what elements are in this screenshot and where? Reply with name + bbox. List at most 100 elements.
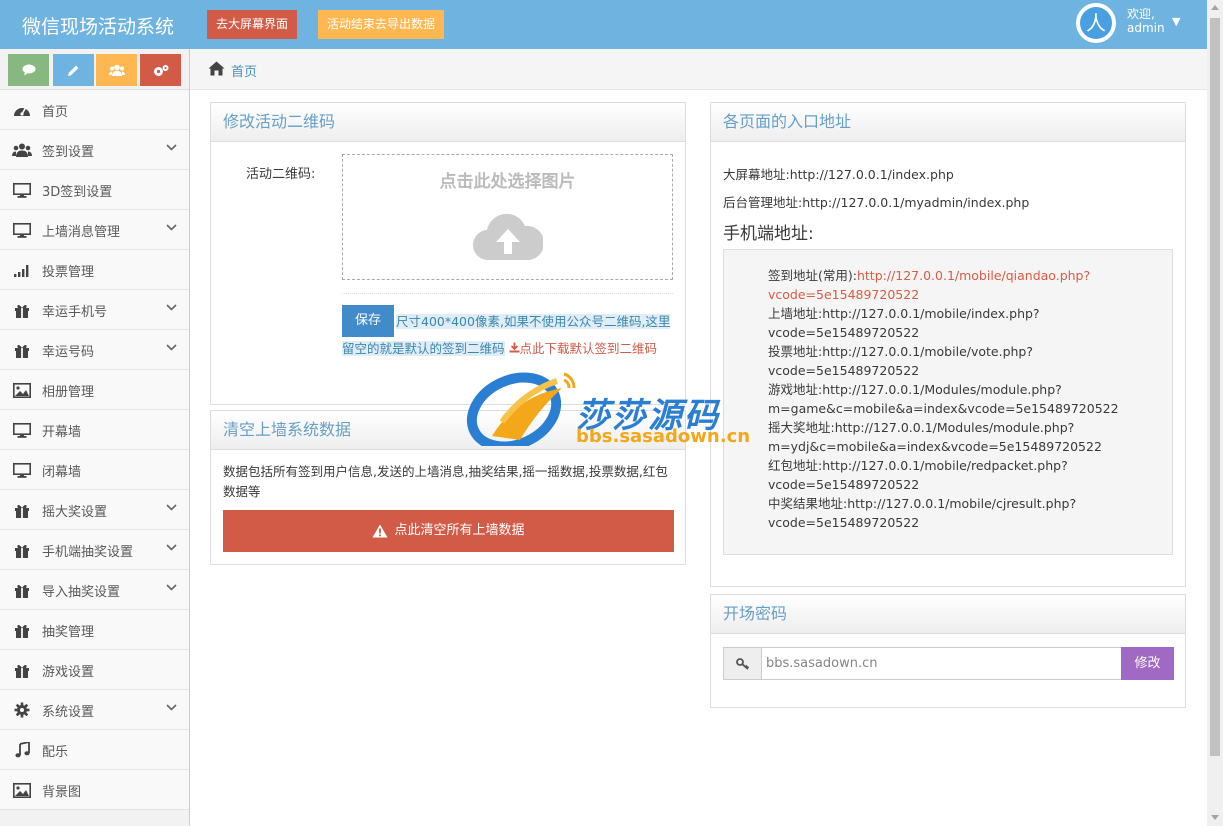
mobile-address-item: 中奖结果地址:http://127.0.0.1/mobile/cjresult.…: [768, 494, 1152, 532]
sidebar-item-3d-checkin[interactable]: 3D签到设置: [0, 170, 189, 210]
comments-icon: [22, 64, 35, 76]
big-screen-button[interactable]: 去大屏幕界面: [207, 10, 298, 39]
gift-icon: [12, 621, 32, 639]
sidebar-item-vote[interactable]: 投票管理: [0, 250, 189, 290]
mobile-address-item: 投票地址:http://127.0.0.1/mobile/vote.php? vc…: [768, 342, 1152, 380]
avatar: 人: [1076, 3, 1116, 43]
sidebar-item-label: 上墙消息管理: [42, 225, 121, 240]
sidebar-shortcuts: [0, 49, 189, 90]
gear-icon: [12, 701, 32, 719]
scroll-down-arrow-icon[interactable]: [1211, 815, 1219, 820]
home-icon: [208, 61, 225, 76]
sidebar-item-lucky-phone[interactable]: 幸运手机号: [0, 290, 189, 330]
entry-addresses-panel: 各页面的入口地址 大屏幕地址:http://127.0.0.1/index.ph…: [710, 102, 1186, 587]
caret-down-icon: ▼: [1172, 15, 1181, 28]
address-url[interactable]: http://127.0.0.1/mobile/qiandao.php?: [857, 268, 1090, 283]
chevron-down-icon: [166, 304, 177, 311]
address-url: http://127.0.0.1/mobile/index.php?: [822, 306, 1040, 321]
divider: [342, 293, 673, 294]
gift-icon: [12, 661, 32, 679]
user-menu[interactable]: 人 欢迎, admin ▼: [1076, 3, 1196, 45]
vertical-scrollbar[interactable]: [1207, 0, 1223, 826]
mobile-address-item: 红包地址:http://127.0.0.1/mobile/redpacket.p…: [768, 456, 1152, 494]
opening-password-panel: 开场密码 修改: [710, 594, 1186, 708]
user-greeting: 欢迎,: [1127, 7, 1155, 21]
clear-all-data-button[interactable]: 点此清空所有上墙数据: [223, 510, 674, 552]
mobile-addresses-box: 签到地址(常用):http://127.0.0.1/mobile/qiandao…: [723, 249, 1173, 555]
sidebar-item-system-settings[interactable]: 系统设置: [0, 690, 189, 730]
breadcrumb-home-link[interactable]: 首页: [231, 61, 257, 80]
shortcut-users-button[interactable]: [96, 54, 137, 86]
sidebar-item-label: 导入抽奖设置: [42, 585, 121, 600]
sidebar-item-mobile-lottery[interactable]: 手机端抽奖设置: [0, 530, 189, 570]
watermark-logo-icon: [466, 372, 576, 446]
address-label: 投票地址:: [768, 344, 823, 359]
cloud-upload-icon: [473, 213, 543, 261]
address-label: 摇大奖地址:: [768, 420, 835, 435]
download-default-qr-link[interactable]: 点此下载默认签到二维码: [509, 341, 658, 356]
sidebar-item-label: 游戏设置: [42, 665, 95, 680]
address-label: 签到地址(常用):: [768, 268, 857, 283]
address-url-cont: vcode=5e15489720522: [768, 363, 920, 378]
chevron-down-icon: [166, 144, 177, 151]
qr-code-panel: 修改活动二维码 活动二维码: 点击此处选择图片 保存 尺寸400*400像素,如…: [210, 102, 686, 405]
sidebar-item-closing-wall[interactable]: 闭幕墙: [0, 450, 189, 490]
desktop-icon: [12, 421, 32, 439]
picture-icon: [12, 381, 32, 399]
sidebar-item-wall-messages[interactable]: 上墙消息管理: [0, 210, 189, 250]
gift-icon: [12, 581, 32, 599]
address-url-cont: vcode=5e15489720522: [768, 287, 920, 302]
address-url: http://127.0.0.1/mobile/redpacket.php?: [822, 458, 1068, 473]
sidebar-item-background[interactable]: 背景图: [0, 770, 189, 810]
admin-address: 后台管理地址:http://127.0.0.1/myadmin/index.ph…: [723, 195, 1030, 210]
opening-password-input[interactable]: [761, 647, 1122, 680]
sidebar-item-label: 首页: [42, 105, 69, 120]
sidebar-item-label: 3D签到设置: [42, 185, 113, 200]
download-link-text: 点此下载默认签到二维码: [519, 341, 658, 356]
gift-icon: [12, 341, 32, 359]
chevron-down-icon: [166, 504, 177, 511]
mobile-address-item: 签到地址(常用):http://127.0.0.1/mobile/qiandao…: [768, 266, 1152, 304]
sidebar-item-label: 相册管理: [42, 385, 95, 400]
users-icon: [12, 141, 32, 159]
address-url: http://127.0.0.1/mobile/cjresult.php?: [847, 496, 1077, 511]
warning-icon: [372, 524, 388, 537]
address-label: 上墙地址:: [768, 306, 823, 321]
address-url: http://127.0.0.1/Modules/module.php?: [822, 382, 1062, 397]
sidebar-item-album[interactable]: 相册管理: [0, 370, 189, 410]
sidebar-item-lottery-manage[interactable]: 抽奖管理: [0, 610, 189, 650]
sidebar-item-label: 签到设置: [42, 145, 95, 160]
modify-password-button[interactable]: 修改: [1121, 647, 1174, 680]
user-info: 欢迎, admin: [1127, 7, 1165, 35]
sidebar-item-label: 摇大奖设置: [42, 505, 108, 520]
download-icon: [509, 342, 519, 353]
export-data-button[interactable]: 活动结束去导出数据: [318, 10, 445, 39]
sidebar-item-home[interactable]: 首页: [0, 90, 189, 130]
app-title[interactable]: 微信现场活动系统: [22, 12, 174, 39]
sidebar-item-music[interactable]: 配乐: [0, 730, 189, 770]
qr-upload-dropzone[interactable]: 点击此处选择图片: [342, 154, 673, 280]
mobile-address-item: 游戏地址:http://127.0.0.1/Modules/module.php…: [768, 380, 1152, 418]
desktop-icon: [12, 461, 32, 479]
sidebar-item-opening-wall[interactable]: 开幕墙: [0, 410, 189, 450]
sidebar-item-label: 幸运号码: [42, 345, 95, 360]
gift-icon: [12, 301, 32, 319]
sidebar-item-label: 投票管理: [42, 265, 95, 280]
sidebar-item-lucky-number[interactable]: 幸运号码: [0, 330, 189, 370]
scroll-up-arrow-icon[interactable]: [1211, 5, 1219, 10]
sidebar-item-shake-prize[interactable]: 摇大奖设置: [0, 490, 189, 530]
qr-hint: 尺寸400*400像素,如果不使用公众号二维码,这里留空的就是默认的签到二维码 …: [342, 308, 677, 362]
password-panel-title: 开场密码: [711, 595, 1185, 634]
shortcut-comments-button[interactable]: [8, 54, 49, 86]
scroll-thumb[interactable]: [1210, 18, 1220, 756]
shortcut-settings-button[interactable]: [140, 54, 181, 86]
upload-prompt: 点击此处选择图片: [439, 172, 576, 192]
qr-panel-title: 修改活动二维码: [211, 103, 685, 142]
sidebar-item-checkin-settings[interactable]: 签到设置: [0, 130, 189, 170]
watermark-url: bbs.sasadown.cn: [576, 426, 751, 447]
sidebar-item-game-settings[interactable]: 游戏设置: [0, 650, 189, 690]
picture-icon: [12, 781, 32, 799]
shortcut-edit-button[interactable]: [53, 54, 94, 86]
sidebar-item-import-lottery[interactable]: 导入抽奖设置: [0, 570, 189, 610]
sidebar-item-label: 抽奖管理: [42, 625, 95, 640]
